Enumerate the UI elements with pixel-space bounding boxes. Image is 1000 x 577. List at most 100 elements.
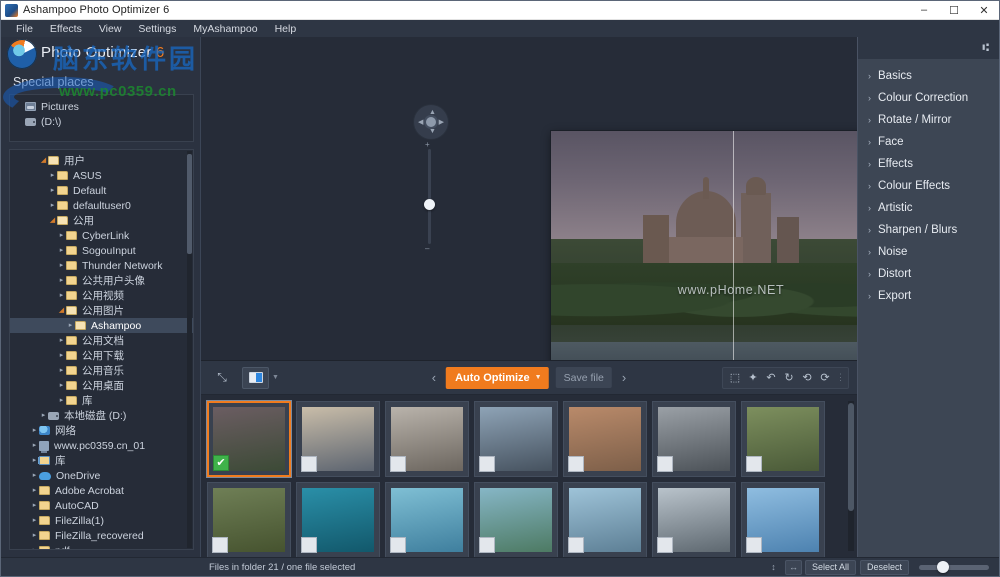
tree-item[interactable]: ▸Adobe Acrobat [10, 483, 193, 498]
category-face[interactable]: ›Face [858, 131, 999, 153]
checkbox-icon[interactable] [390, 537, 406, 553]
tree-item[interactable]: ▸Thunder Network [10, 258, 193, 273]
zoom-slider[interactable]: + – [428, 149, 431, 244]
prev-step-arrow[interactable]: ‹ [429, 370, 439, 385]
tree-item[interactable]: ▸OneDrive [10, 468, 193, 483]
checkbox-icon[interactable] [390, 456, 406, 472]
deselect-button[interactable]: Deselect [860, 560, 909, 575]
preview-area[interactable]: ▲ ▼ ◀ ▶ + – [201, 37, 857, 361]
thumbnail-strip[interactable]: ✔ [201, 395, 857, 557]
auto-optimize-caret[interactable]: ▼ [535, 374, 542, 381]
tree-item[interactable]: ▸pdf [10, 543, 193, 550]
compare-mode-button[interactable] [242, 367, 269, 389]
chevron-right-icon[interactable]: ▸ [57, 273, 66, 288]
chevron-right-icon[interactable]: ▸ [30, 528, 39, 543]
category-colour-correction[interactable]: ›Colour Correction [858, 87, 999, 109]
chevron-right-icon[interactable]: ▸ [57, 378, 66, 393]
thumbnail-item[interactable] [207, 482, 291, 557]
thumbnail-item[interactable]: ✔ [207, 401, 291, 477]
menu-item-settings[interactable]: Settings [138, 23, 176, 35]
chevron-right-icon[interactable]: ▸ [30, 423, 39, 438]
menu-item-file[interactable]: File [16, 23, 33, 35]
category-noise[interactable]: ›Noise [858, 241, 999, 263]
compare-divider[interactable]: ‹› [733, 131, 734, 361]
thumbnail-item[interactable] [296, 482, 380, 557]
tree-item[interactable]: ▸defaultuser0 [10, 198, 193, 213]
close-button[interactable]: ✕ [969, 1, 999, 20]
tree-item[interactable]: ▸AutoCAD [10, 498, 193, 513]
auto-optimize-button[interactable]: Auto Optimize ▼ [446, 367, 549, 389]
menu-item-view[interactable]: View [99, 23, 122, 35]
chevron-down-icon[interactable]: ◢ [39, 153, 48, 168]
chevron-right-icon[interactable]: ▸ [30, 468, 39, 483]
thumbnail-item[interactable] [652, 482, 736, 557]
checkbox-icon[interactable] [657, 456, 673, 472]
preview-image[interactable]: ‹› www.pHome.NET Original Optimized [551, 131, 857, 361]
pan-down-icon[interactable]: ▼ [429, 128, 436, 135]
tree-item[interactable]: ▸库 [10, 393, 193, 408]
thumbnail-item[interactable] [563, 401, 647, 477]
thumbnail-item[interactable] [741, 401, 825, 477]
toolbar-overflow-icon[interactable]: ⋮ [836, 372, 845, 383]
thumbnail-item[interactable] [741, 482, 825, 557]
tree-item[interactable]: ▸CyberLink [10, 228, 193, 243]
pan-navigator[interactable]: ▲ ▼ ◀ ▶ [414, 105, 448, 139]
next-step-arrow[interactable]: › [619, 370, 629, 385]
chevron-right-icon[interactable]: ▸ [57, 348, 66, 363]
tree-item[interactable]: ▸www.pc0359.cn_01 [10, 438, 193, 453]
magic-wand-icon[interactable]: ✦ [744, 369, 762, 387]
save-file-button[interactable]: Save file [556, 367, 612, 388]
chevron-right-icon[interactable]: ▸ [48, 183, 57, 198]
thumbnail-item[interactable] [652, 401, 736, 477]
chevron-right-icon[interactable]: ▸ [57, 228, 66, 243]
tree-item[interactable]: ◢公用 [10, 213, 193, 228]
tree-item[interactable]: ▸公共用户头像 [10, 273, 193, 288]
folder-tree-box[interactable]: ◢用户▸ASUS▸Default▸defaultuser0◢公用▸CyberLi… [9, 149, 194, 550]
chevron-right-icon[interactable]: ▸ [39, 408, 48, 423]
chevron-right-icon[interactable]: ▸ [30, 498, 39, 513]
category-distort[interactable]: ›Distort [858, 263, 999, 285]
chevron-right-icon[interactable]: ▸ [48, 198, 57, 213]
thumbnail-size-knob[interactable] [937, 561, 949, 573]
tree-item[interactable]: ▸Default [10, 183, 193, 198]
chevron-right-icon[interactable]: ▸ [30, 453, 39, 468]
thumbnail-item[interactable] [296, 401, 380, 477]
checkbox-icon[interactable] [301, 456, 317, 472]
tree-item[interactable]: ◢用户 [10, 153, 193, 168]
category-sharpen-blurs[interactable]: ›Sharpen / Blurs [858, 219, 999, 241]
zoom-slider-knob[interactable] [424, 199, 435, 210]
thumbnail-item[interactable] [474, 482, 558, 557]
minimize-button[interactable]: – [909, 1, 939, 20]
chevron-right-icon[interactable]: ▸ [30, 483, 39, 498]
category-export[interactable]: ›Export [858, 285, 999, 307]
category-artistic[interactable]: ›Artistic [858, 197, 999, 219]
chevron-right-icon[interactable]: ▸ [57, 288, 66, 303]
checkbox-icon[interactable] [568, 537, 584, 553]
compare-dropdown-caret[interactable]: ▼ [272, 374, 279, 381]
tree-item[interactable]: ▸ASUS [10, 168, 193, 183]
thumbnail-item[interactable] [563, 482, 647, 557]
tree-item[interactable]: ▸本地磁盘 (D:) [10, 408, 193, 423]
checkbox-icon[interactable] [479, 456, 495, 472]
tree-item[interactable]: ▸FileZilla(1) [10, 513, 193, 528]
checkbox-icon[interactable] [568, 456, 584, 472]
chevron-right-icon[interactable]: ▸ [66, 318, 75, 333]
chevron-down-icon[interactable]: ◢ [48, 213, 57, 228]
select-all-button[interactable]: Select All [805, 560, 856, 575]
checkbox-icon[interactable] [746, 456, 762, 472]
thumbnail-item[interactable] [474, 401, 558, 477]
tree-item[interactable]: ▸公用文档 [10, 333, 193, 348]
tree-item[interactable]: ▸SogouInput [10, 243, 193, 258]
maximize-button[interactable]: ☐ [939, 1, 969, 20]
checkbox-icon[interactable] [301, 537, 317, 553]
share-icon[interactable]: ⑆ [982, 42, 989, 54]
fullscreen-icon[interactable]: ⤡ [211, 367, 233, 389]
redo-icon[interactable]: ↻ [780, 369, 798, 387]
special-place-drive-d[interactable]: ▸ (D:\) [10, 114, 193, 129]
pan-up-icon[interactable]: ▲ [429, 109, 436, 116]
menu-item-help[interactable]: Help [275, 23, 297, 35]
category-basics[interactable]: ›Basics [858, 65, 999, 87]
chevron-down-icon[interactable]: ◢ [57, 303, 66, 318]
tree-item[interactable]: ▸FileZilla_recovered [10, 528, 193, 543]
thumbs-scrollbar-thumb[interactable] [848, 403, 854, 511]
